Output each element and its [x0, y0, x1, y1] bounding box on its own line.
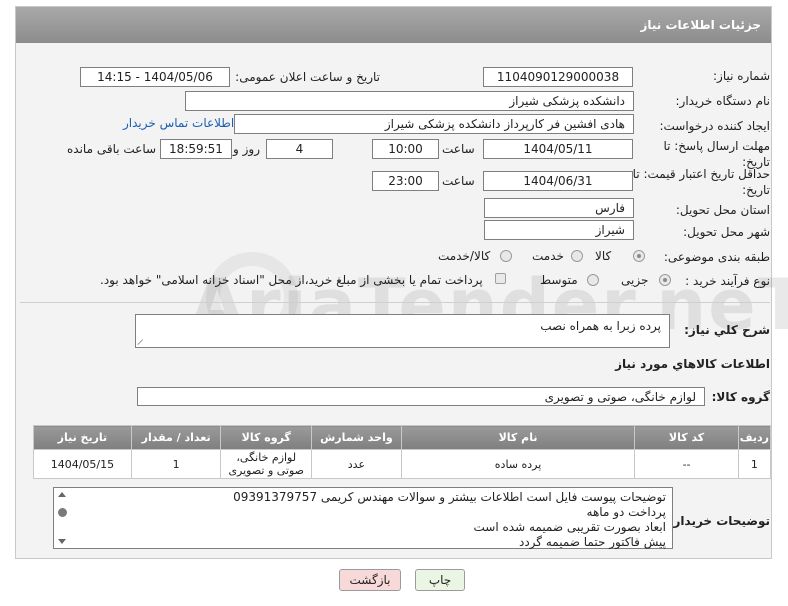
need-number-field: 1104090129000038	[483, 67, 633, 87]
buyer-org-label: نام دستگاه خریدار:	[675, 94, 771, 108]
province-field: فارس	[484, 198, 634, 218]
need-number-label: شماره نیاز:	[713, 69, 770, 83]
cell-code: --	[634, 449, 739, 479]
notes-line: توضیحات پیوست فایل است اطلاعات بیشتر و س…	[233, 490, 666, 504]
creator-label: ایجاد کننده درخواست:	[659, 119, 770, 133]
category-radio-service[interactable]	[571, 250, 583, 262]
col-name: نام کالا	[400, 425, 636, 450]
category-radio-goods[interactable]	[633, 250, 645, 262]
scroll-thumb[interactable]	[58, 508, 67, 517]
treasury-text: پرداخت تمام یا بخشی از مبلغ خرید،از محل …	[100, 273, 483, 287]
process-radio-medium[interactable]	[587, 274, 599, 286]
remaining-time-field: 18:59:51	[160, 139, 232, 159]
goods-table: ردیف کد کالا نام کالا واحد شمارش گروه کا…	[33, 425, 772, 479]
divider	[20, 302, 770, 303]
contact-buyer-link[interactable]: اطلاعات تماس خریدار	[123, 116, 234, 130]
cell-name: پرده ساده	[400, 449, 636, 479]
goods-group-label: گروه کالا:	[711, 390, 770, 404]
days-label: روز و	[233, 142, 260, 156]
resize-handle-icon[interactable]	[137, 338, 145, 346]
col-date: تاریخ نیاز	[33, 425, 132, 450]
notes-line: پیش فاکتور حتما ضمیمه گردد	[518, 535, 666, 549]
table-row: 1 -- پرده ساده عدد لوازم خانگی، صوتی و ت…	[33, 449, 772, 479]
remaining-label: ساعت باقی مانده	[67, 142, 157, 156]
treasury-checkbox[interactable]	[495, 273, 506, 284]
category-label: طبقه بندی موضوعی:	[663, 250, 770, 264]
col-row: ردیف	[737, 425, 772, 450]
days-field: 4	[266, 139, 333, 159]
table-header-row: ردیف کد کالا نام کالا واحد شمارش گروه کا…	[33, 425, 772, 450]
announce-field: 1404/05/06 - 14:15	[80, 67, 230, 87]
back-button[interactable]: بازگشت	[339, 569, 401, 591]
description-field[interactable]: پرده زبرا به همراه نصب	[135, 314, 670, 348]
city-field: شیراز	[484, 220, 634, 240]
goods-info-title: اطلاعات کالاهاي مورد نياز	[615, 357, 770, 371]
buyer-notes-field[interactable]: توضیحات پیوست فایل است اطلاعات بیشتر و س…	[53, 487, 673, 549]
process-radio-partial[interactable]	[659, 274, 671, 286]
buyer-notes-label: توضیحات خریدار:	[668, 514, 770, 528]
col-qty: تعداد / مقدار	[130, 425, 222, 450]
category-goods-service-label: کالا/خدمت	[438, 249, 491, 263]
process-medium-label: متوسط	[540, 273, 578, 287]
cell-date: 1404/05/15	[33, 449, 132, 479]
print-button[interactable]: چاپ	[415, 569, 465, 591]
scroll-down-icon[interactable]	[58, 539, 66, 544]
category-goods-label: کالا	[595, 249, 612, 263]
page-title: جزئیات اطلاعات نیاز	[16, 7, 771, 43]
price-date-field: 1404/06/31	[483, 171, 633, 191]
process-partial-label: جزیی	[621, 273, 649, 287]
reply-date-field: 1404/05/11	[483, 139, 633, 159]
col-group: گروه کالا	[220, 425, 313, 450]
col-unit: واحد شمارش	[311, 425, 402, 450]
creator-field: هادی افشین فر کارپرداز دانشکده پزشکی شیر…	[234, 114, 634, 134]
notes-line: ابعاد بصورت تقریبی ضمیمه شده است	[473, 520, 667, 534]
notes-line: پرداخت دو ماهه	[586, 505, 666, 519]
buyer-org-field: دانشکده پزشکی شیراز	[185, 91, 634, 111]
notes-scrollbar[interactable]	[55, 489, 69, 547]
col-code: کد کالا	[634, 425, 739, 450]
province-label: استان محل تحویل:	[675, 203, 770, 217]
process-label: نوع فرآیند خرید :	[685, 274, 770, 288]
category-radio-goods-service[interactable]	[500, 250, 512, 262]
price-time-field: 23:00	[372, 171, 439, 191]
cell-unit: عدد	[311, 449, 402, 479]
price-validity-label: حداقل تاریخ اعتبار قیمت: تا تاریخ:	[632, 167, 770, 197]
reply-time-field: 10:00	[372, 139, 439, 159]
city-label: شهر محل تحویل:	[683, 225, 770, 239]
goods-group-field: لوازم خانگی، صوتی و تصویری	[137, 387, 705, 406]
description-label: شرح کلي نياز:	[684, 323, 770, 337]
cell-group: لوازم خانگی، صوتی و تصویری	[220, 449, 313, 479]
scroll-up-icon[interactable]	[58, 492, 66, 497]
category-service-label: خدمت	[532, 249, 564, 263]
announce-label: تاریخ و ساعت اعلان عمومی:	[235, 70, 380, 84]
reply-time-label: ساعت	[442, 142, 475, 156]
cell-row: 1	[737, 449, 772, 479]
cell-qty: 1	[130, 449, 222, 479]
price-time-label: ساعت	[442, 174, 475, 188]
